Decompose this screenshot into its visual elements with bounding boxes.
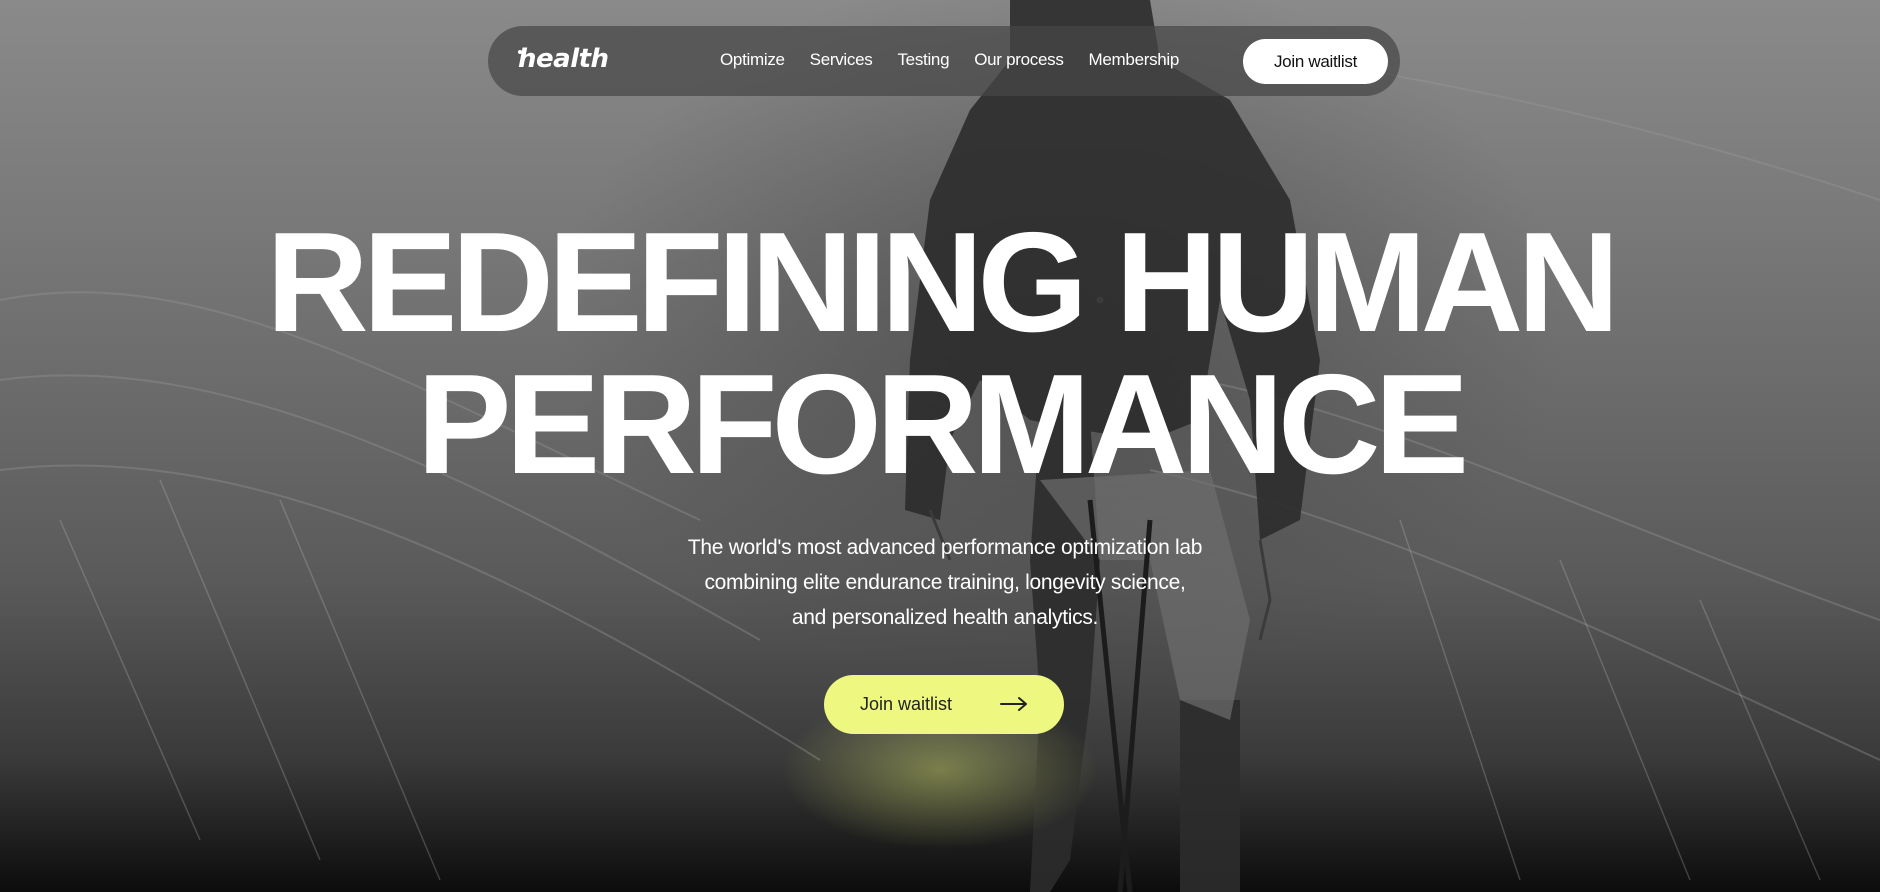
join-waitlist-nav-button[interactable]: Join waitlist (1243, 39, 1388, 84)
nav-link-our-process[interactable]: Our process (974, 50, 1064, 70)
subtitle-line-3: and personalized health analytics. (791, 606, 1099, 629)
nav-link-testing[interactable]: Testing (897, 50, 949, 70)
subtitle-line-1: The world's most advanced performance op… (687, 536, 1203, 559)
hero-headline: REDEFINING HUMAN PERFORMANCE (0, 212, 1880, 496)
nav-links: Optimize Services Testing Our process Me… (720, 50, 1179, 70)
brand-logo[interactable]: health (518, 44, 609, 74)
nav-link-membership[interactable]: Membership (1089, 50, 1180, 70)
nav-link-services[interactable]: Services (810, 50, 873, 70)
hero-subtitle: The world's most advanced performance op… (640, 530, 1250, 635)
arrow-right-icon (1000, 697, 1027, 711)
cta-label: Join waitlist (860, 694, 953, 714)
join-waitlist-hero-button[interactable]: Join waitlist (824, 675, 1064, 734)
subtitle-line-2: combining elite endurance training, long… (704, 571, 1186, 594)
hero-section: health Optimize Services Testing Our pro… (0, 0, 1880, 892)
top-navigation-bar: health Optimize Services Testing Our pro… (488, 26, 1400, 96)
headline-line-1: REDEFINING HUMAN (266, 203, 1620, 362)
nav-link-optimize[interactable]: Optimize (720, 50, 785, 70)
headline-line-2: PERFORMANCE (416, 345, 1469, 504)
